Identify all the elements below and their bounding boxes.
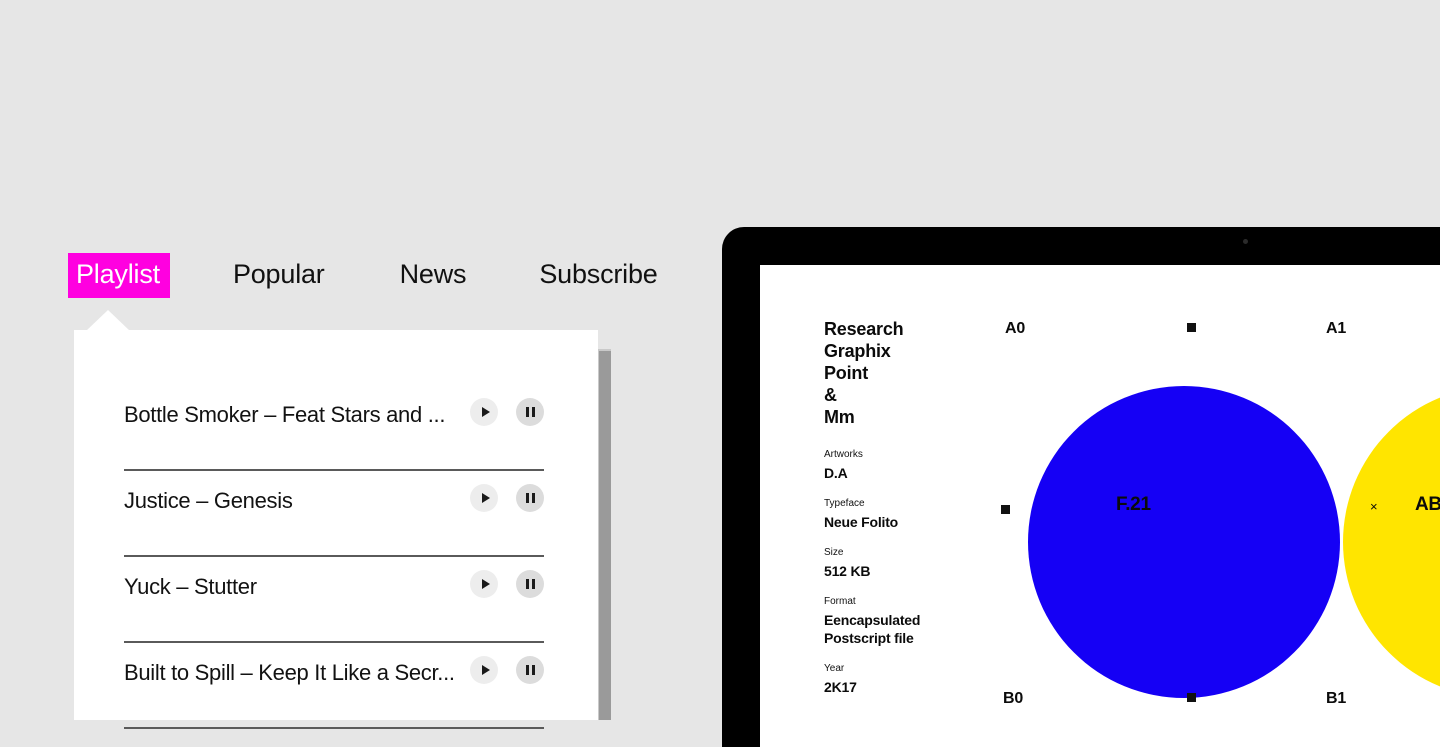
play-button[interactable]: [470, 570, 498, 598]
venn-blue-label: F.21: [1116, 494, 1151, 515]
artwork-heading-line: Point: [824, 363, 868, 383]
track-title: Bottle Smoker – Feat Stars and ...: [124, 402, 446, 427]
track-title: Justice – Genesis: [124, 488, 293, 513]
tab-playlist[interactable]: Playlist: [68, 253, 170, 298]
tablet-device: F.21 × AB A0 A1 B0 B1 Research Graphix P…: [722, 227, 1440, 747]
tab-news[interactable]: News: [392, 253, 477, 298]
nav-tabs: Playlist Popular News Subscribe: [68, 253, 668, 298]
play-button[interactable]: [470, 656, 498, 684]
play-icon: [481, 493, 490, 503]
corner-label-bottom-right: B1: [1326, 690, 1347, 707]
meta-typeface: Typeface Neue Folito: [824, 497, 974, 531]
device-screen: F.21 × AB A0 A1 B0 B1 Research Graphix P…: [760, 265, 1440, 747]
track-list: Bottle Smoker – Feat Stars and ... Justi…: [124, 385, 544, 729]
meta-year: Year 2K17: [824, 662, 974, 696]
tab-subscribe-label: Subscribe: [539, 259, 658, 289]
meta-value-line: Postscript file: [824, 630, 914, 646]
venn-yellow-label: AB: [1415, 494, 1440, 515]
artwork-meta-panel: Research Graphix Point & Mm Artworks D.A…: [824, 318, 974, 711]
meta-label: Year: [824, 663, 845, 674]
corner-label-top-right: A1: [1326, 320, 1347, 337]
pause-icon: [525, 665, 535, 675]
track-controls: [470, 385, 544, 426]
corner-label-bottom-left: B0: [1003, 690, 1024, 707]
play-icon: [481, 579, 490, 589]
square-tick-icon: [1001, 505, 1010, 514]
meta-format: Format Eencapsulated Postscript file: [824, 595, 974, 647]
pause-button[interactable]: [516, 570, 544, 598]
meta-value-line: Eencapsulated: [824, 612, 921, 628]
meta-value: Neue Folito: [824, 514, 899, 530]
meta-value: Eencapsulated Postscript file: [824, 611, 974, 647]
track-title: Yuck – Stutter: [124, 574, 257, 599]
meta-value: 2K17: [824, 679, 857, 695]
meta-value: 512 KB: [824, 563, 871, 579]
tab-popular-label: Popular: [232, 259, 325, 289]
venn-circle-blue: [1028, 386, 1340, 698]
artwork-heading-line: Research: [824, 319, 904, 339]
tab-subscribe[interactable]: Subscribe: [531, 253, 667, 298]
track-row[interactable]: Justice – Genesis: [124, 471, 544, 557]
meta-label: Typeface: [824, 498, 865, 509]
corner-label-top-left: A0: [1005, 320, 1026, 337]
meta-size: Size 512 KB: [824, 546, 974, 580]
meta-label: Size: [824, 547, 844, 558]
play-icon: [481, 665, 490, 675]
track-controls: [470, 471, 544, 512]
meta-label: Format: [824, 596, 856, 607]
artwork-heading-line: Graphix: [824, 341, 891, 361]
venn-intersection-label: ×: [1370, 499, 1378, 514]
track-controls: [470, 643, 544, 684]
meta-label: Artworks: [824, 449, 863, 460]
play-icon: [481, 407, 490, 417]
pause-icon: [525, 579, 535, 589]
playlist-card: Bottle Smoker – Feat Stars and ... Justi…: [74, 330, 598, 729]
venn-intersection-clip: [1343, 386, 1440, 698]
tab-news-label: News: [399, 259, 467, 289]
meta-value: D.A: [824, 465, 848, 481]
track-row[interactable]: Built to Spill – Keep It Like a Secr...: [124, 643, 544, 729]
track-title: Built to Spill – Keep It Like a Secr...: [124, 660, 455, 685]
playlist-scrollbar[interactable]: [598, 349, 611, 720]
tab-popular[interactable]: Popular: [225, 253, 335, 298]
track-row[interactable]: Bottle Smoker – Feat Stars and ...: [124, 385, 544, 471]
pause-button[interactable]: [516, 656, 544, 684]
pause-button[interactable]: [516, 484, 544, 512]
meta-artworks: Artworks D.A: [824, 448, 974, 482]
play-button[interactable]: [470, 484, 498, 512]
pause-button[interactable]: [516, 398, 544, 426]
artwork-heading-line: Mm: [824, 407, 855, 427]
artwork-heading: Research Graphix Point & Mm: [824, 318, 974, 428]
artwork-heading-line: &: [824, 385, 837, 405]
track-row[interactable]: Yuck – Stutter: [124, 557, 544, 643]
play-button[interactable]: [470, 398, 498, 426]
tab-playlist-label: Playlist: [76, 259, 160, 289]
pause-icon: [525, 407, 535, 417]
playlist-card-pointer: [86, 310, 130, 331]
square-tick-icon: [1187, 693, 1196, 702]
track-controls: [470, 557, 544, 598]
pause-icon: [525, 493, 535, 503]
camera-dot-icon: [1243, 239, 1248, 244]
square-tick-icon: [1187, 323, 1196, 332]
